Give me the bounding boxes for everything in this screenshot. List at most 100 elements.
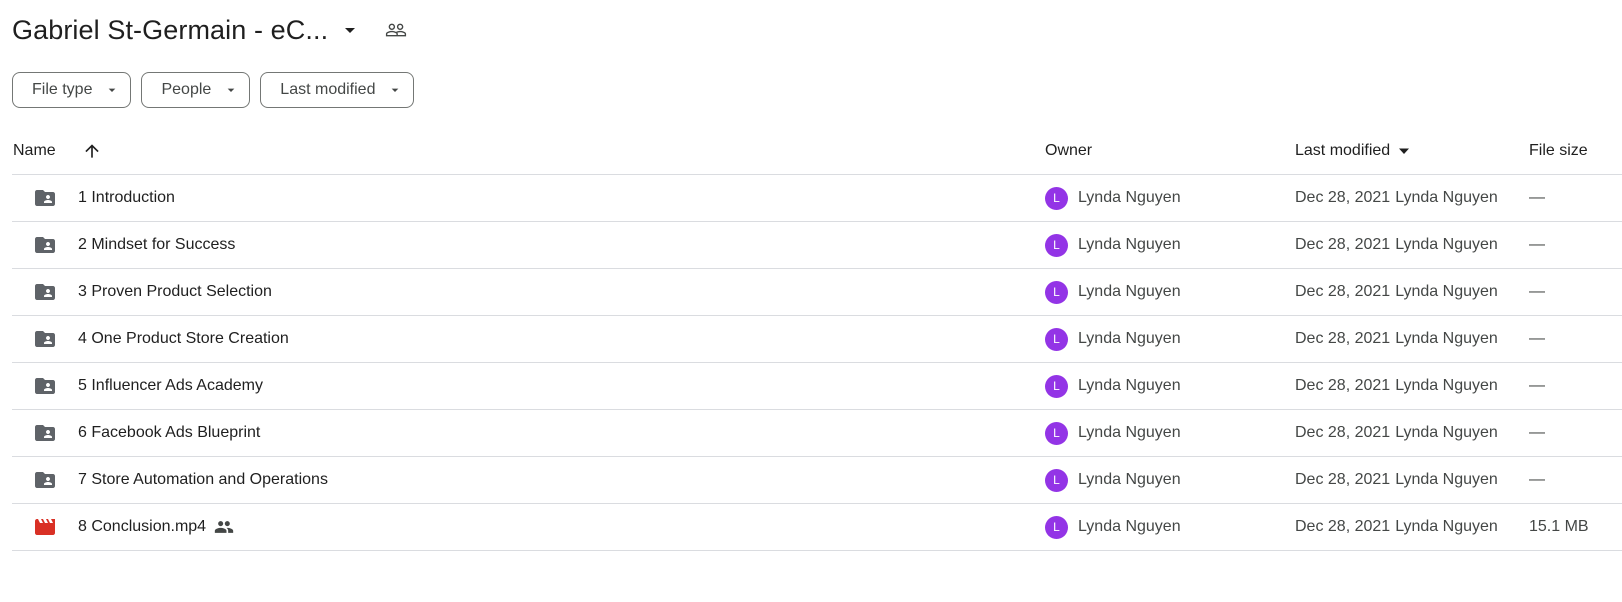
shared-folder-icon [33,175,57,221]
column-header-name[interactable]: Name [13,128,56,174]
last-modified-cell: Dec 28, 2021 Lynda Nguyen [1295,410,1498,456]
chip-label: People [161,81,212,98]
last-modified-cell: Dec 28, 2021 Lynda Nguyen [1295,504,1498,550]
table-row[interactable]: 1 Introduction L Lynda Nguyen Dec 28, 20… [12,175,1622,222]
owner-name: Lynda Nguyen [1078,330,1181,347]
modified-by: Lynda Nguyen [1395,424,1498,441]
owner-cell: L Lynda Nguyen [1045,457,1181,503]
table-row[interactable]: 5 Influencer Ads Academy L Lynda Nguyen … [12,363,1622,410]
shared-folder-icon [33,222,57,268]
avatar: L [1045,186,1068,210]
drive-folder-view: Gabriel St-Germain - eC... File type Peo… [0,0,1622,602]
modified-date: Dec 28, 2021 [1295,189,1391,206]
shared-folder-icon [33,316,57,362]
file-size-cell: 15.1 MB [1529,518,1589,535]
folder-header: Gabriel St-Germain - eC... [12,10,410,50]
sort-direction-button[interactable] [80,128,104,174]
modified-date: Dec 28, 2021 [1295,424,1391,441]
table-row[interactable]: 2 Mindset for Success L Lynda Nguyen Dec… [12,222,1622,269]
chip-label: File type [32,81,93,98]
shared-people-icon [214,517,234,537]
video-file-icon [33,504,57,550]
people-outline-icon[interactable] [382,16,410,44]
file-name: 5 Influencer Ads Academy [78,377,263,394]
avatar: L [1045,280,1068,304]
owner-name: Lynda Nguyen [1078,471,1181,488]
file-size-cell: — [1529,471,1545,488]
column-header-file-size[interactable]: File size [1529,128,1588,174]
owner-cell: L Lynda Nguyen [1045,504,1181,550]
file-size-cell: — [1529,283,1545,300]
owner-cell: L Lynda Nguyen [1045,175,1181,221]
modified-by: Lynda Nguyen [1395,236,1498,253]
last-modified-cell: Dec 28, 2021 Lynda Nguyen [1295,175,1498,221]
file-name: 6 Facebook Ads Blueprint [78,424,261,441]
shared-folder-icon [33,363,57,409]
file-name: 8 Conclusion.mp4 [78,518,207,535]
modified-date: Dec 28, 2021 [1295,283,1391,300]
modified-by: Lynda Nguyen [1395,189,1498,206]
modified-by: Lynda Nguyen [1395,518,1498,535]
owner-name: Lynda Nguyen [1078,189,1181,206]
shared-folder-icon [33,410,57,456]
avatar: L [1045,468,1068,492]
table-row[interactable]: 8 Conclusion.mp4 L Lynda Nguyen Dec 28, … [12,504,1622,551]
people-filter-chip[interactable]: People [141,72,251,108]
last-modified-cell: Dec 28, 2021 Lynda Nguyen [1295,457,1498,503]
file-size-cell: — [1529,236,1545,253]
file-name-cell: 4 One Product Store Creation [78,316,289,362]
modified-date: Dec 28, 2021 [1295,518,1391,535]
modified-by: Lynda Nguyen [1395,377,1498,394]
last-modified-cell: Dec 28, 2021 Lynda Nguyen [1295,269,1498,315]
arrow-upward-icon [80,139,104,163]
owner-cell: L Lynda Nguyen [1045,269,1181,315]
modified-date: Dec 28, 2021 [1295,471,1391,488]
owner-name: Lynda Nguyen [1078,283,1181,300]
owner-name: Lynda Nguyen [1078,236,1181,253]
file-size-cell: — [1529,189,1545,206]
table-row[interactable]: 4 One Product Store Creation L Lynda Ngu… [12,316,1622,363]
folder-title[interactable]: Gabriel St-Germain - eC... [12,15,328,46]
shared-folder-icon [33,457,57,503]
table-header: Name Owner Last modified File size [12,128,1622,175]
table-body: 1 Introduction L Lynda Nguyen Dec 28, 20… [12,175,1622,551]
file-name: 3 Proven Product Selection [78,283,272,300]
table-row[interactable]: 7 Store Automation and Operations L Lynd… [12,457,1622,504]
last-modified-cell: Dec 28, 2021 Lynda Nguyen [1295,363,1498,409]
file-name: 7 Store Automation and Operations [78,471,328,488]
file-name-cell: 1 Introduction [78,175,175,221]
column-header-last-modified[interactable]: Last modified [1295,128,1410,174]
modified-by: Lynda Nguyen [1395,471,1498,488]
owner-name: Lynda Nguyen [1078,518,1181,535]
last-modified-cell: Dec 28, 2021 Lynda Nguyen [1295,222,1498,268]
modified-date: Dec 28, 2021 [1295,377,1391,394]
avatar: L [1045,374,1068,398]
file-size-cell: — [1529,330,1545,347]
modified-date: Dec 28, 2021 [1295,236,1391,253]
arrow-drop-down-icon [223,82,239,98]
last-modified-filter-chip[interactable]: Last modified [260,72,415,108]
owner-cell: L Lynda Nguyen [1045,363,1181,409]
owner-name: Lynda Nguyen [1078,377,1181,394]
chip-label: Last modified [280,81,376,98]
modified-date: Dec 28, 2021 [1295,330,1391,347]
file-name-cell: 2 Mindset for Success [78,222,235,268]
file-name-cell: 3 Proven Product Selection [78,269,272,315]
arrow-drop-down-icon [104,82,120,98]
owner-name: Lynda Nguyen [1078,424,1181,441]
file-size-cell: — [1529,377,1545,394]
owner-cell: L Lynda Nguyen [1045,410,1181,456]
avatar: L [1045,233,1068,257]
file-name-cell: 5 Influencer Ads Academy [78,363,263,409]
file-list-table: Name Owner Last modified File size 1 Int… [12,128,1622,551]
avatar: L [1045,515,1068,539]
file-name: 2 Mindset for Success [78,236,236,253]
table-row[interactable]: 3 Proven Product Selection L Lynda Nguye… [12,269,1622,316]
file-type-filter-chip[interactable]: File type [12,72,132,108]
file-name: 4 One Product Store Creation [78,330,289,347]
file-name: 1 Introduction [78,189,175,206]
table-row[interactable]: 6 Facebook Ads Blueprint L Lynda Nguyen … [12,410,1622,457]
arrow-drop-down-icon[interactable] [338,18,362,42]
modified-by: Lynda Nguyen [1395,330,1498,347]
shared-folder-icon [33,269,57,315]
